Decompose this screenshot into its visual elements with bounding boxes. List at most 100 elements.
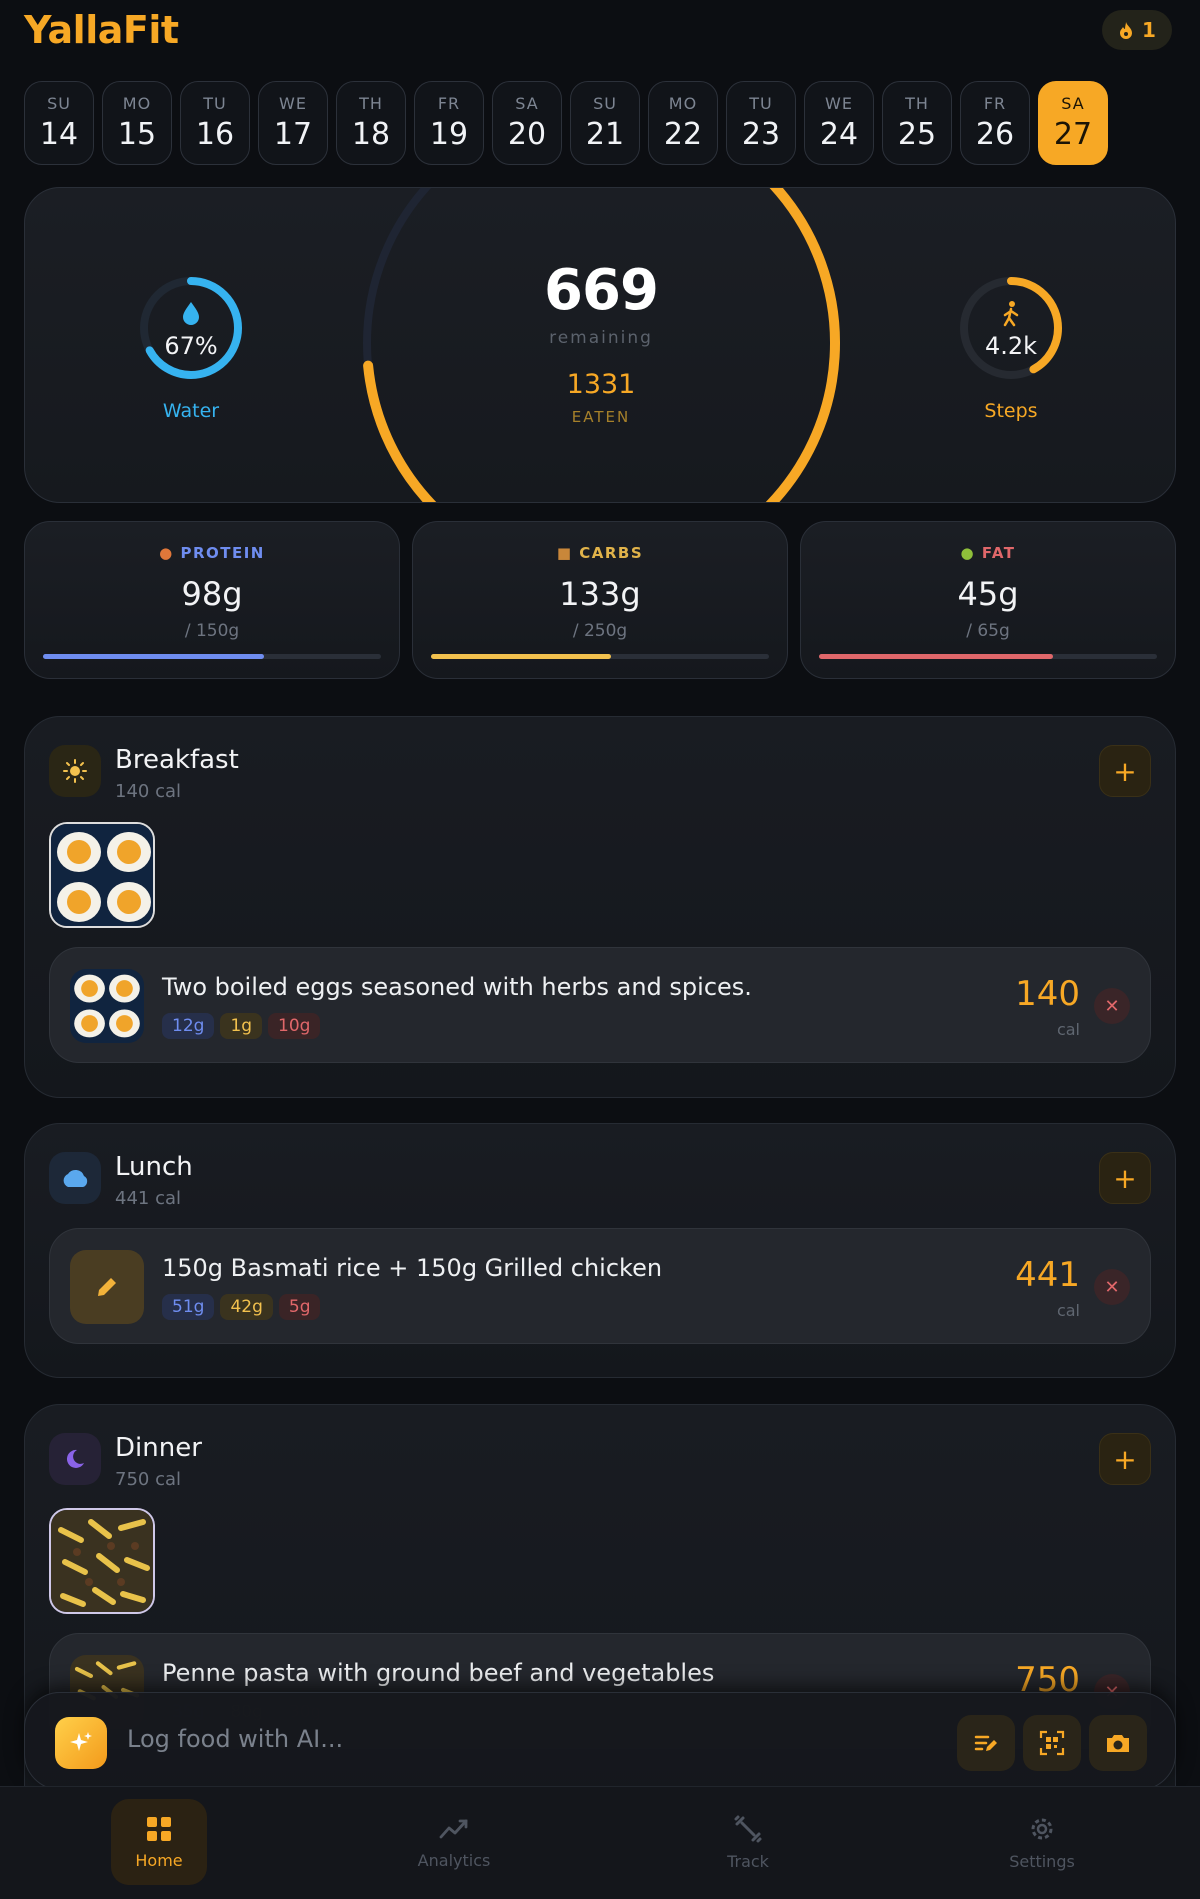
day-name: SA (515, 94, 539, 113)
steps-label: Steps (984, 400, 1038, 422)
day-chip[interactable]: TU 16 (180, 81, 250, 165)
carbs-progress-fill (431, 654, 611, 659)
dinner-title: Dinner (115, 1433, 202, 1463)
dumbbell-icon (734, 1815, 762, 1842)
calories-eaten: 1331 (566, 369, 636, 400)
carbs-chip: 1g (220, 1013, 263, 1039)
app-screen: YallaFit 1 SU 14 MO 15 TU 16 WE 17 TH 18 FR 19… (0, 0, 1200, 1899)
add-dinner-button[interactable]: + (1099, 1433, 1151, 1485)
ai-sparkle-button[interactable] (55, 1717, 107, 1769)
dinner-photo[interactable] (49, 1508, 155, 1614)
trend-icon (439, 1819, 468, 1838)
app-title: YallaFit (24, 8, 179, 52)
day-chip[interactable]: FR 26 (960, 81, 1030, 165)
day-number: 21 (585, 117, 625, 152)
food-name: Two boiled eggs seasoned with herbs and … (162, 973, 752, 1001)
pasta-image (51, 1510, 153, 1612)
sparkle-icon (70, 1732, 92, 1751)
day-selector: SU 14 MO 15 TU 16 WE 17 TH 18 FR 19 SA 20 SU 21 … (24, 81, 1108, 165)
day-chip[interactable]: WE 24 (804, 81, 874, 165)
day-chip[interactable]: SA 20 (492, 81, 562, 165)
carbs-chip: 42g (220, 1294, 273, 1320)
protein-card: ● PROTEIN 98g / 150g (24, 521, 400, 679)
day-number: 24 (819, 117, 859, 152)
carbs-progress-track (431, 654, 769, 659)
nav-track[interactable]: Track (700, 1799, 796, 1885)
delete-entry-button[interactable]: ✕ (1094, 1269, 1130, 1305)
day-chip[interactable]: TH 25 (882, 81, 952, 165)
macro-chips: 12g 1g 10g (162, 1013, 321, 1039)
day-number: 18 (351, 117, 391, 152)
daily-summary-card: 67% Water 4.2k Steps 669 remaining 1331 … (24, 187, 1176, 503)
nav-settings[interactable]: Settings (992, 1799, 1092, 1885)
delete-entry-button[interactable]: ✕ (1094, 988, 1130, 1024)
lunch-section: Lunch 441 cal + 150g Basmati rice + 150g… (24, 1123, 1176, 1378)
day-chip[interactable]: MO 22 (648, 81, 718, 165)
day-chip[interactable]: MO 15 (102, 81, 172, 165)
water-drop-icon (183, 302, 199, 325)
day-chip[interactable]: TH 18 (336, 81, 406, 165)
day-name: FR (983, 94, 1007, 113)
pencil-icon (70, 1250, 144, 1324)
day-name: SU (47, 94, 71, 113)
ai-food-input[interactable] (127, 1725, 687, 1753)
day-chip[interactable]: TU 23 (726, 81, 796, 165)
carbs-goal: / 250g (572, 621, 628, 641)
calorie-unit: cal (1056, 1020, 1080, 1039)
eggs-image (51, 824, 153, 926)
streak-badge[interactable]: 1 (1102, 10, 1172, 50)
protein-progress-track (43, 654, 381, 659)
nav-track-label: Track (727, 1851, 769, 1871)
food-entry[interactable]: 150g Basmati rice + 150g Grilled chicken… (49, 1228, 1151, 1344)
streak-count: 1 (1142, 18, 1156, 42)
day-name: TU (203, 94, 227, 113)
food-name: 150g Basmati rice + 150g Grilled chicken (162, 1254, 663, 1282)
day-number: 14 (39, 117, 79, 152)
lunch-title: Lunch (115, 1152, 193, 1182)
barcode-scan-button[interactable] (1023, 1715, 1081, 1771)
day-name: MO (668, 94, 698, 113)
protein-label: PROTEIN (180, 544, 265, 562)
edit-list-icon (974, 1735, 997, 1751)
breakfast-photo[interactable] (49, 822, 155, 928)
day-number: 22 (663, 117, 703, 152)
nav-home[interactable]: Home (111, 1799, 207, 1885)
day-chip[interactable]: FR 19 (414, 81, 484, 165)
calorie-unit: cal (1056, 1301, 1080, 1320)
day-chip[interactable]: SU 14 (24, 81, 94, 165)
ai-log-bar (24, 1692, 1176, 1790)
fat-value: 45g (957, 575, 1019, 613)
bottom-navigation: Home Analytics Track Settings (0, 1786, 1200, 1899)
food-thumbnail (70, 969, 144, 1043)
day-name: SU (593, 94, 617, 113)
flame-icon (1120, 22, 1133, 39)
day-name: FR (437, 94, 461, 113)
fat-goal: / 65g (966, 621, 1010, 641)
protein-progress-fill (43, 654, 264, 659)
day-name: WE (825, 94, 853, 113)
gear-icon (1031, 1818, 1053, 1839)
day-name: TH (359, 94, 383, 113)
day-number: 25 (897, 117, 937, 152)
grid-icon (147, 1816, 171, 1841)
protein-chip: 12g (162, 1013, 215, 1039)
fat-progress-track (819, 654, 1157, 659)
camera-button[interactable] (1089, 1715, 1147, 1771)
day-number: 17 (273, 117, 313, 152)
day-chip[interactable]: WE 17 (258, 81, 328, 165)
lunch-calories: 441 cal (115, 1188, 182, 1209)
day-chip[interactable]: SU 21 (570, 81, 640, 165)
nav-settings-label: Settings (1009, 1851, 1075, 1871)
breakfast-calories: 140 cal (115, 781, 182, 802)
manual-entry-button[interactable] (957, 1715, 1015, 1771)
walking-icon (1003, 301, 1019, 327)
day-chip-selected[interactable]: SA 27 (1038, 81, 1108, 165)
sun-icon (49, 745, 101, 797)
close-icon: ✕ (1104, 1276, 1120, 1298)
close-icon: ✕ (1104, 995, 1120, 1017)
nav-analytics[interactable]: Analytics (404, 1799, 504, 1885)
day-name: WE (279, 94, 307, 113)
add-breakfast-button[interactable]: + (1099, 745, 1151, 797)
food-entry[interactable]: Two boiled eggs seasoned with herbs and … (49, 947, 1151, 1063)
add-lunch-button[interactable]: + (1099, 1152, 1151, 1204)
